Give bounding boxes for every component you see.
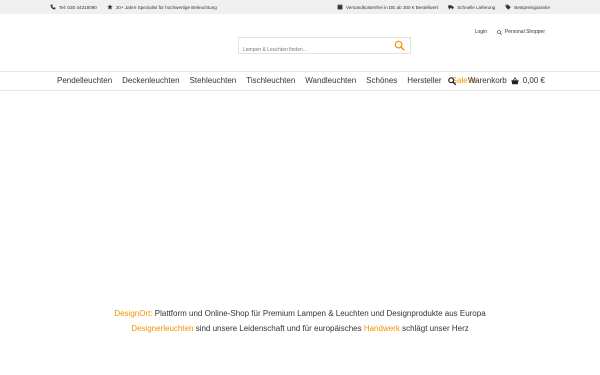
top-info-bar: Tel: 030 44318090 20+ Jahre Spezialist f…	[0, 0, 600, 14]
free-shipping-info: Versandkostenfrei in DE ab 300 € Bestell…	[337, 4, 438, 10]
cart-button[interactable]: Warenkorb 0,00 €	[468, 76, 545, 85]
tagline-heart: schlägt unser Herz	[402, 324, 469, 333]
price-tag-icon	[505, 4, 511, 10]
nav-item-wandleuchten[interactable]: Wandleuchten	[305, 76, 356, 85]
shipping-box-icon	[337, 4, 343, 10]
best-price-text: Bestpreisgarantie	[514, 4, 550, 10]
nav-item-hersteller[interactable]: Hersteller	[407, 76, 441, 85]
tagline-passion: sind unsere Leidenschaft und für europäi…	[195, 324, 362, 333]
nav-item-stehleuchten[interactable]: Stehleuchten	[190, 76, 237, 85]
expertise-text: 20+ Jahre Spezialist für hochwertige Bel…	[115, 4, 217, 10]
personal-shopper-label: Personal Shopper	[504, 29, 545, 35]
search-box	[238, 37, 411, 58]
tagline-line-1: DesignOrt: Plattform und Online-Shop für…	[0, 309, 600, 318]
nav-item-tischleuchten[interactable]: Tischleuchten	[246, 76, 295, 85]
phone-icon	[50, 4, 56, 10]
tagline-handwerk: Handwerk	[363, 324, 400, 333]
personal-shopper-link[interactable]: Personal Shopper	[497, 29, 545, 35]
star-icon	[107, 4, 113, 10]
shopping-basket-icon	[511, 76, 519, 85]
best-price-info: Bestpreisgarantie	[505, 4, 550, 10]
nav-item-deckenleuchten[interactable]: Deckenleuchten	[122, 76, 179, 85]
fast-delivery-text: Schnelle Lieferung	[457, 4, 496, 10]
free-shipping-text: Versandkostenfrei in DE ab 300 € Bestell…	[346, 4, 439, 10]
nav-item-pendelleuchten[interactable]: Pendelleuchten	[57, 76, 112, 85]
phone-info[interactable]: Tel: 030 44318090	[50, 4, 97, 10]
truck-icon	[448, 4, 454, 10]
cart-total: 0,00 €	[522, 76, 545, 85]
tagline-brand: DesignOrt:	[114, 309, 153, 318]
fast-delivery-info: Schnelle Lieferung	[448, 4, 495, 10]
nav-item-schoenes[interactable]: Schönes	[366, 76, 397, 85]
cart-label: Warenkorb	[467, 76, 507, 85]
tagline-description: Plattform und Online-Shop für Premium La…	[154, 309, 486, 318]
login-link[interactable]: Login	[475, 29, 487, 35]
hero-banner-area	[0, 92, 600, 302]
nav-search-icon[interactable]	[448, 76, 456, 85]
main-navigation: Pendelleuchten Deckenleuchten Stehleucht…	[0, 71, 600, 91]
category-menu: Pendelleuchten Deckenleuchten Stehleucht…	[57, 76, 477, 85]
magnifier-icon	[497, 29, 502, 35]
top-info-right: Versandkostenfrei in DE ab 300 € Bestell…	[337, 4, 550, 10]
tagline-line-2: Designerleuchten sind unsere Leidenschaf…	[0, 324, 600, 333]
phone-text: Tel: 030 44318090	[59, 4, 97, 10]
account-links: Login Personal Shopper	[475, 29, 545, 35]
expertise-info: 20+ Jahre Spezialist für hochwertige Bel…	[107, 4, 217, 10]
search-icon[interactable]	[394, 40, 405, 51]
search-input[interactable]	[239, 42, 389, 58]
top-info-left: Tel: 030 44318090 20+ Jahre Spezialist f…	[50, 4, 217, 10]
nav-actions: Warenkorb 0,00 €	[448, 76, 545, 85]
tagline-designerleuchten: Designerleuchten	[131, 324, 194, 333]
